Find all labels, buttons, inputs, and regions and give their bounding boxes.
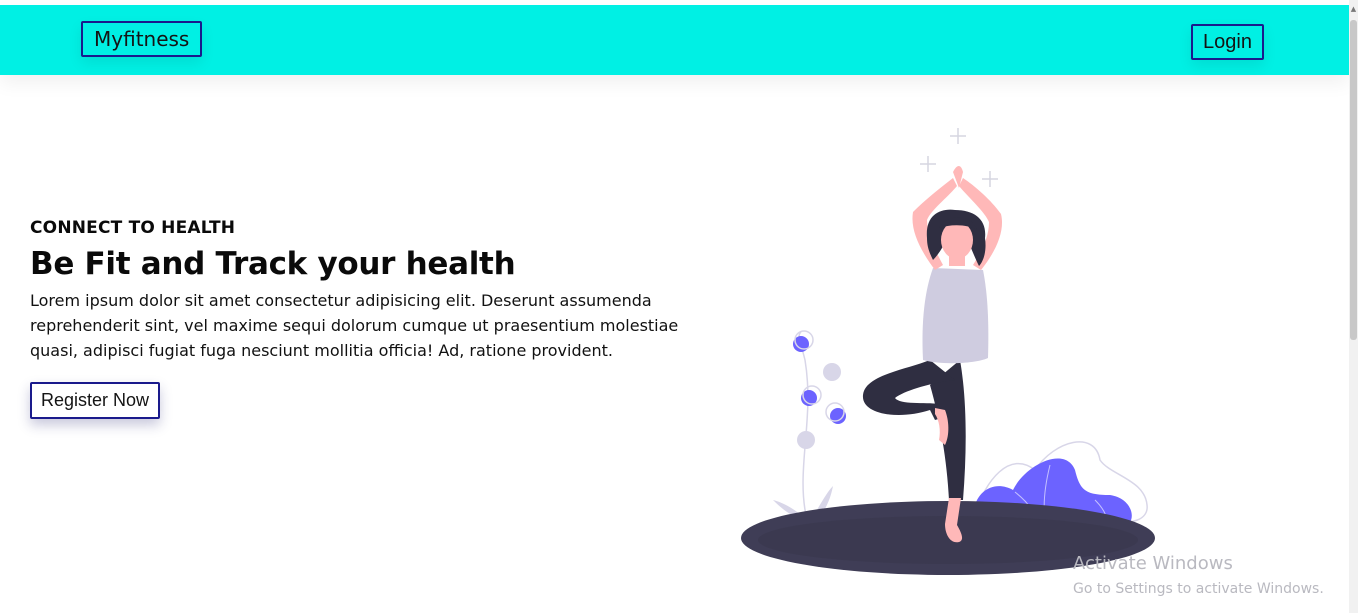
hero-section: CONNECT TO HEALTH Be Fit and Track your … (30, 218, 710, 363)
brand-link[interactable]: Myfitness (81, 21, 203, 57)
windows-activation-watermark: Activate Windows Go to Settings to activ… (1073, 553, 1324, 599)
vertical-scrollbar[interactable]: ▲ (1349, 0, 1358, 613)
yoga-illustration-svg (741, 128, 1155, 575)
yoga-woman-illustration (735, 120, 1165, 590)
register-now-button[interactable]: Register Now (30, 382, 161, 419)
scroll-up-arrow-icon[interactable]: ▲ (1349, 5, 1358, 15)
scrollbar-thumb[interactable] (1350, 20, 1357, 340)
login-button[interactable]: Login (1191, 24, 1264, 60)
hero-description: Lorem ipsum dolor sit amet consectetur a… (30, 291, 679, 360)
watermark-subtitle: Go to Settings to activate Windows. (1073, 581, 1324, 597)
hero-headline: Be Fit and Track your health (30, 246, 516, 282)
watermark-title: Activate Windows (1073, 553, 1233, 574)
navbar: Myfitness Login (0, 5, 1349, 75)
hero-eyebrow: CONNECT TO HEALTH (30, 218, 236, 238)
